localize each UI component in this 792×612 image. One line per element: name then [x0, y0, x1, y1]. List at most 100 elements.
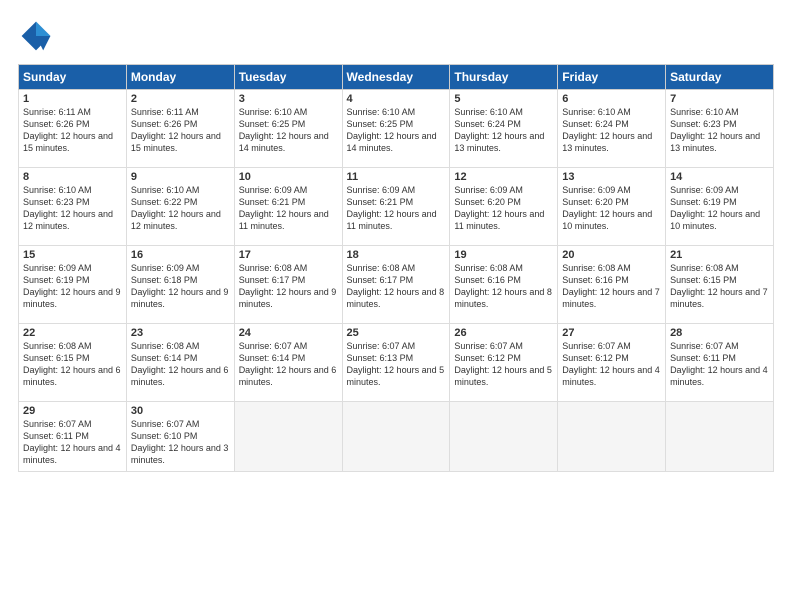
day-info: Sunrise: 6:10 AM Sunset: 6:23 PM Dayligh… [23, 184, 122, 233]
calendar-cell: 14 Sunrise: 6:09 AM Sunset: 6:19 PM Dayl… [666, 168, 774, 246]
calendar-cell: 16 Sunrise: 6:09 AM Sunset: 6:18 PM Dayl… [126, 246, 234, 324]
calendar-week-3: 15 Sunrise: 6:09 AM Sunset: 6:19 PM Dayl… [19, 246, 774, 324]
day-number: 24 [239, 327, 338, 339]
day-info: Sunrise: 6:10 AM Sunset: 6:23 PM Dayligh… [670, 106, 769, 155]
day-number: 1 [23, 93, 122, 105]
calendar-cell: 20 Sunrise: 6:08 AM Sunset: 6:16 PM Dayl… [558, 246, 666, 324]
calendar-weekday-tuesday: Tuesday [234, 65, 342, 90]
day-info: Sunrise: 6:09 AM Sunset: 6:19 PM Dayligh… [23, 262, 122, 311]
day-info: Sunrise: 6:07 AM Sunset: 6:11 PM Dayligh… [23, 418, 122, 467]
day-number: 30 [131, 405, 230, 417]
calendar-cell: 19 Sunrise: 6:08 AM Sunset: 6:16 PM Dayl… [450, 246, 558, 324]
calendar-cell: 24 Sunrise: 6:07 AM Sunset: 6:14 PM Dayl… [234, 324, 342, 402]
calendar-cell: 29 Sunrise: 6:07 AM Sunset: 6:11 PM Dayl… [19, 402, 127, 472]
day-number: 21 [670, 249, 769, 261]
calendar-cell: 17 Sunrise: 6:08 AM Sunset: 6:17 PM Dayl… [234, 246, 342, 324]
day-info: Sunrise: 6:07 AM Sunset: 6:11 PM Dayligh… [670, 340, 769, 389]
calendar-week-2: 8 Sunrise: 6:10 AM Sunset: 6:23 PM Dayli… [19, 168, 774, 246]
calendar-cell: 30 Sunrise: 6:07 AM Sunset: 6:10 PM Dayl… [126, 402, 234, 472]
day-info: Sunrise: 6:08 AM Sunset: 6:17 PM Dayligh… [239, 262, 338, 311]
day-number: 4 [347, 93, 446, 105]
calendar-cell: 26 Sunrise: 6:07 AM Sunset: 6:12 PM Dayl… [450, 324, 558, 402]
day-info: Sunrise: 6:10 AM Sunset: 6:25 PM Dayligh… [347, 106, 446, 155]
calendar-cell [666, 402, 774, 472]
calendar-cell: 7 Sunrise: 6:10 AM Sunset: 6:23 PM Dayli… [666, 90, 774, 168]
calendar-cell: 1 Sunrise: 6:11 AM Sunset: 6:26 PM Dayli… [19, 90, 127, 168]
day-number: 15 [23, 249, 122, 261]
day-number: 16 [131, 249, 230, 261]
calendar-cell [234, 402, 342, 472]
calendar-cell: 2 Sunrise: 6:11 AM Sunset: 6:26 PM Dayli… [126, 90, 234, 168]
calendar-cell: 21 Sunrise: 6:08 AM Sunset: 6:15 PM Dayl… [666, 246, 774, 324]
calendar-weekday-thursday: Thursday [450, 65, 558, 90]
calendar-cell: 8 Sunrise: 6:10 AM Sunset: 6:23 PM Dayli… [19, 168, 127, 246]
calendar-cell [342, 402, 450, 472]
day-info: Sunrise: 6:10 AM Sunset: 6:22 PM Dayligh… [131, 184, 230, 233]
day-number: 9 [131, 171, 230, 183]
calendar-cell [558, 402, 666, 472]
day-info: Sunrise: 6:11 AM Sunset: 6:26 PM Dayligh… [131, 106, 230, 155]
day-number: 2 [131, 93, 230, 105]
day-number: 7 [670, 93, 769, 105]
day-number: 5 [454, 93, 553, 105]
day-number: 8 [23, 171, 122, 183]
day-number: 10 [239, 171, 338, 183]
calendar-weekday-saturday: Saturday [666, 65, 774, 90]
header [18, 18, 774, 54]
logo [18, 18, 60, 54]
day-number: 17 [239, 249, 338, 261]
day-info: Sunrise: 6:10 AM Sunset: 6:25 PM Dayligh… [239, 106, 338, 155]
calendar-header-row: SundayMondayTuesdayWednesdayThursdayFrid… [19, 65, 774, 90]
calendar-cell: 10 Sunrise: 6:09 AM Sunset: 6:21 PM Dayl… [234, 168, 342, 246]
day-info: Sunrise: 6:07 AM Sunset: 6:14 PM Dayligh… [239, 340, 338, 389]
day-info: Sunrise: 6:08 AM Sunset: 6:15 PM Dayligh… [23, 340, 122, 389]
calendar-cell: 11 Sunrise: 6:09 AM Sunset: 6:21 PM Dayl… [342, 168, 450, 246]
day-info: Sunrise: 6:08 AM Sunset: 6:15 PM Dayligh… [670, 262, 769, 311]
calendar-cell [450, 402, 558, 472]
day-info: Sunrise: 6:09 AM Sunset: 6:21 PM Dayligh… [347, 184, 446, 233]
calendar-cell: 23 Sunrise: 6:08 AM Sunset: 6:14 PM Dayl… [126, 324, 234, 402]
day-info: Sunrise: 6:08 AM Sunset: 6:14 PM Dayligh… [131, 340, 230, 389]
day-info: Sunrise: 6:09 AM Sunset: 6:20 PM Dayligh… [454, 184, 553, 233]
day-info: Sunrise: 6:07 AM Sunset: 6:12 PM Dayligh… [454, 340, 553, 389]
calendar-week-1: 1 Sunrise: 6:11 AM Sunset: 6:26 PM Dayli… [19, 90, 774, 168]
day-number: 28 [670, 327, 769, 339]
day-info: Sunrise: 6:07 AM Sunset: 6:13 PM Dayligh… [347, 340, 446, 389]
day-number: 18 [347, 249, 446, 261]
calendar-cell: 9 Sunrise: 6:10 AM Sunset: 6:22 PM Dayli… [126, 168, 234, 246]
calendar-weekday-monday: Monday [126, 65, 234, 90]
calendar-cell: 27 Sunrise: 6:07 AM Sunset: 6:12 PM Dayl… [558, 324, 666, 402]
day-info: Sunrise: 6:09 AM Sunset: 6:19 PM Dayligh… [670, 184, 769, 233]
calendar-cell: 3 Sunrise: 6:10 AM Sunset: 6:25 PM Dayli… [234, 90, 342, 168]
day-number: 14 [670, 171, 769, 183]
calendar-cell: 18 Sunrise: 6:08 AM Sunset: 6:17 PM Dayl… [342, 246, 450, 324]
calendar-cell: 5 Sunrise: 6:10 AM Sunset: 6:24 PM Dayli… [450, 90, 558, 168]
day-info: Sunrise: 6:11 AM Sunset: 6:26 PM Dayligh… [23, 106, 122, 155]
day-number: 13 [562, 171, 661, 183]
calendar: SundayMondayTuesdayWednesdayThursdayFrid… [18, 64, 774, 472]
day-number: 26 [454, 327, 553, 339]
day-info: Sunrise: 6:07 AM Sunset: 6:10 PM Dayligh… [131, 418, 230, 467]
day-info: Sunrise: 6:09 AM Sunset: 6:20 PM Dayligh… [562, 184, 661, 233]
calendar-cell: 28 Sunrise: 6:07 AM Sunset: 6:11 PM Dayl… [666, 324, 774, 402]
day-info: Sunrise: 6:08 AM Sunset: 6:16 PM Dayligh… [454, 262, 553, 311]
calendar-cell: 25 Sunrise: 6:07 AM Sunset: 6:13 PM Dayl… [342, 324, 450, 402]
calendar-week-5: 29 Sunrise: 6:07 AM Sunset: 6:11 PM Dayl… [19, 402, 774, 472]
day-number: 29 [23, 405, 122, 417]
day-number: 23 [131, 327, 230, 339]
day-number: 11 [347, 171, 446, 183]
day-number: 19 [454, 249, 553, 261]
day-info: Sunrise: 6:09 AM Sunset: 6:21 PM Dayligh… [239, 184, 338, 233]
calendar-cell: 15 Sunrise: 6:09 AM Sunset: 6:19 PM Dayl… [19, 246, 127, 324]
day-number: 12 [454, 171, 553, 183]
day-info: Sunrise: 6:08 AM Sunset: 6:16 PM Dayligh… [562, 262, 661, 311]
day-info: Sunrise: 6:10 AM Sunset: 6:24 PM Dayligh… [454, 106, 553, 155]
day-info: Sunrise: 6:08 AM Sunset: 6:17 PM Dayligh… [347, 262, 446, 311]
day-number: 27 [562, 327, 661, 339]
calendar-week-4: 22 Sunrise: 6:08 AM Sunset: 6:15 PM Dayl… [19, 324, 774, 402]
page: SundayMondayTuesdayWednesdayThursdayFrid… [0, 0, 792, 612]
logo-icon [18, 18, 54, 54]
calendar-weekday-friday: Friday [558, 65, 666, 90]
day-number: 20 [562, 249, 661, 261]
day-info: Sunrise: 6:07 AM Sunset: 6:12 PM Dayligh… [562, 340, 661, 389]
